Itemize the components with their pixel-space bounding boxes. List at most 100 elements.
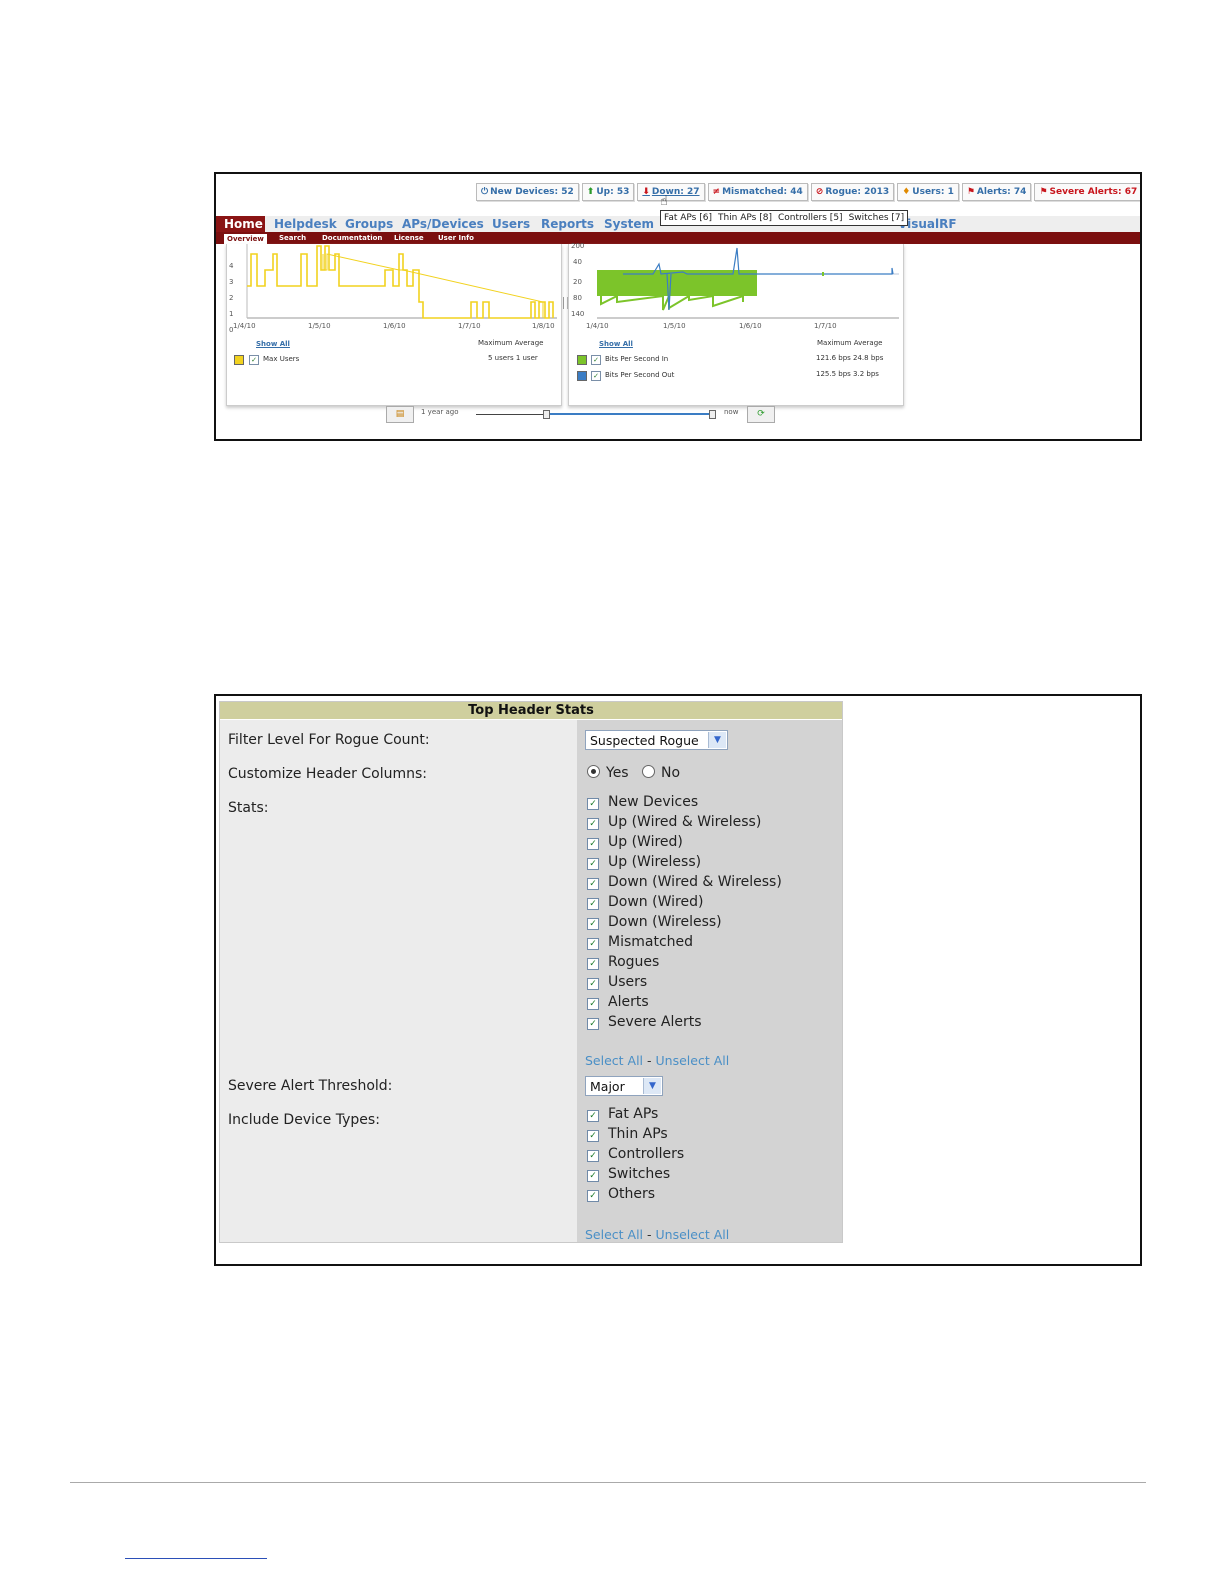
stat-option[interactable]: ✓ New Devices (587, 794, 698, 810)
flag-icon: ⚑ (966, 187, 975, 197)
stat-option[interactable]: ✓ Down (Wired) (587, 894, 703, 910)
stat-label: New Devices: 52 (490, 187, 574, 197)
legend-values: 5 users 1 user (488, 354, 538, 362)
select-all-link[interactable]: Select All (585, 1227, 643, 1242)
radio-yes[interactable]: Yes (587, 765, 629, 781)
max-users-swatch (234, 355, 244, 365)
radio-label: No (661, 765, 681, 781)
radio-selected-icon (587, 765, 600, 778)
stat-option[interactable]: ✓ Down (Wired & Wireless) (587, 874, 782, 890)
y-tick: 80 (573, 294, 582, 302)
nav-home[interactable]: Home (216, 216, 265, 232)
nav-reports[interactable]: Reports (541, 216, 594, 232)
show-all-link[interactable]: Show All (256, 340, 290, 348)
checkbox-checked-icon: ✓ (587, 918, 599, 930)
rogue-filter-select[interactable]: Suspected Rogue ▼ (585, 730, 728, 750)
stat-mismatched[interactable]: ≠ Mismatched: 44 (707, 183, 808, 201)
x-tick: 1/7/10 (458, 322, 481, 330)
nav-aps-devices[interactable]: APs/Devices (402, 216, 484, 232)
unselect-all-link[interactable]: Unselect All (656, 1053, 730, 1068)
stat-option[interactable]: ✓ Severe Alerts (587, 1014, 702, 1030)
arrow-up-icon: ⬆ (586, 187, 595, 197)
legend-values: 125.5 bps 3.2 bps (816, 370, 879, 378)
down-tooltip: Fat APs [6] Thin APs [8] Controllers [5]… (660, 210, 909, 226)
option-label: Up (Wireless) (608, 854, 702, 870)
range-end-label: now (724, 408, 739, 416)
stat-down[interactable]: ⬇ Down: 27 (637, 183, 705, 201)
subnav-documentation[interactable]: Documentation (322, 233, 382, 243)
stat-rogue[interactable]: ⊘ Rogue: 2013 (810, 183, 895, 201)
legend-label: Bits Per Second Out (605, 371, 675, 379)
stat-alerts[interactable]: ⚑ Alerts: 74 (961, 183, 1032, 201)
stat-option[interactable]: ✓ Up (Wired) (587, 834, 683, 850)
severe-threshold-select[interactable]: Major ▼ (585, 1076, 663, 1096)
y-tick: 20 (573, 278, 582, 286)
checkbox-checked-icon: ✓ (587, 1170, 599, 1182)
stat-up[interactable]: ⬆ Up: 53 (581, 183, 635, 201)
y-tick: 3 (229, 278, 234, 286)
subnav-user-info[interactable]: User Info (438, 233, 474, 243)
bits-out-checkbox[interactable]: ✓ (591, 371, 601, 381)
refresh-button[interactable]: ⟳ (747, 406, 775, 423)
select-all-link[interactable]: Select All (585, 1053, 643, 1068)
subnav-overview[interactable]: Overview (224, 234, 267, 244)
device-type-option[interactable]: ✓ Fat APs (587, 1106, 658, 1122)
filter-level-label: Filter Level For Rogue Count: (228, 732, 430, 748)
stat-option[interactable]: ✓ Down (Wireless) (587, 914, 722, 930)
calendar-button[interactable]: ▤ (386, 406, 414, 423)
option-label: Rogues (608, 954, 660, 970)
time-range-bar: ▤ 1 year ago now ⟳ (386, 406, 786, 426)
stat-option[interactable]: ✓ Rogues (587, 954, 659, 970)
legend-header: Maximum Average (478, 339, 544, 347)
stat-label: Mismatched: 44 (722, 187, 803, 197)
stat-label: Rogue: 2013 (825, 187, 890, 197)
footer-link-underline[interactable] (125, 1558, 267, 1559)
device-type-option[interactable]: ✓ Thin APs (587, 1126, 668, 1142)
time-slider-start-handle[interactable] (543, 410, 550, 419)
bits-in-checkbox[interactable]: ✓ (591, 355, 601, 365)
footer-rule (70, 1482, 1146, 1483)
stat-option[interactable]: ✓ Up (Wired & Wireless) (587, 814, 761, 830)
calendar-icon: ▤ (395, 409, 405, 419)
stat-option[interactable]: ✓ Up (Wireless) (587, 854, 701, 870)
show-all-link[interactable]: Show All (599, 340, 633, 348)
subnav-license[interactable]: License (394, 233, 424, 243)
checkbox-checked-icon: ✓ (587, 1018, 599, 1030)
stat-option[interactable]: ✓ Alerts (587, 994, 649, 1010)
stats-select-links: Select All - Unselect All (585, 1053, 729, 1068)
stat-new-devices[interactable]: ⏻ New Devices: 52 (476, 183, 579, 201)
stat-option[interactable]: ✓ Users (587, 974, 647, 990)
arrow-down-icon: ⬇ (642, 187, 650, 197)
time-slider-end-handle[interactable] (709, 410, 716, 419)
stat-label: Up: 53 (596, 187, 630, 197)
stat-severe-alerts[interactable]: ⚑ Severe Alerts: 67 (1034, 183, 1140, 201)
link-separator: - (647, 1053, 652, 1068)
nav-users[interactable]: Users (492, 216, 530, 232)
device-types-label: Include Device Types: (228, 1112, 380, 1128)
option-label: Controllers (608, 1146, 685, 1162)
stat-users[interactable]: ♦ Users: 1 (897, 183, 959, 201)
nav-groups[interactable]: Groups (345, 216, 393, 232)
nav-helpdesk[interactable]: Helpdesk (274, 216, 337, 232)
link-separator: - (647, 1227, 652, 1242)
legend-label: Bits Per Second In (605, 355, 669, 363)
option-label: Thin APs (608, 1126, 668, 1142)
device-type-option[interactable]: ✓ Others (587, 1186, 655, 1202)
refresh-icon: ⟳ (757, 409, 765, 419)
option-label: Alerts (608, 994, 649, 1010)
radio-no[interactable]: No (642, 765, 680, 781)
max-users-checkbox[interactable]: ✓ (249, 355, 259, 365)
prohibited-icon: ⊘ (815, 187, 824, 197)
x-tick: 1/5/10 (308, 322, 331, 330)
device-type-option[interactable]: ✓ Controllers (587, 1146, 684, 1162)
y-tick: 1 (229, 310, 234, 318)
unselect-all-link[interactable]: Unselect All (656, 1227, 730, 1242)
stat-option[interactable]: ✓ Mismatched (587, 934, 693, 950)
nav-system[interactable]: System (604, 216, 654, 232)
x-tick: 1/6/10 (739, 322, 762, 330)
legend-header: Maximum Average (817, 339, 883, 347)
option-label: Severe Alerts (608, 1014, 702, 1030)
device-type-option[interactable]: ✓ Switches (587, 1166, 670, 1182)
subnav-search[interactable]: Search (279, 233, 306, 243)
form-title: Top Header Stats (220, 702, 842, 719)
